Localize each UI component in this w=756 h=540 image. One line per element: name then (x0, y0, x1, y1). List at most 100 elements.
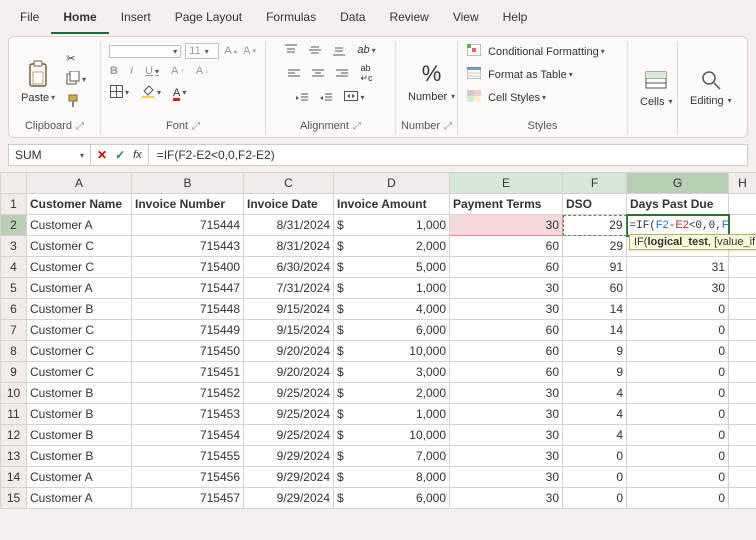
col-header[interactable]: G (627, 173, 729, 194)
decrease-font-alt[interactable]: A↓ (195, 64, 210, 78)
cell[interactable] (729, 194, 756, 215)
cell[interactable]: 60 (450, 341, 563, 362)
cell[interactable]: 9/15/2024 (244, 320, 334, 341)
cell[interactable]: $ 7,000 (334, 446, 450, 467)
cell[interactable]: $ 4,000 (334, 299, 450, 320)
cell[interactable]: Customer B (27, 404, 132, 425)
row-header[interactable]: 6 (1, 299, 27, 320)
cell[interactable]: 14 (563, 320, 627, 341)
bold-button[interactable]: B (109, 64, 119, 78)
cell[interactable]: 30 (450, 215, 563, 236)
row-header[interactable]: 15 (1, 488, 27, 509)
cell[interactable]: 0 (627, 341, 729, 362)
row-header[interactable]: 1 (1, 194, 27, 215)
cell[interactable]: Customer A (27, 467, 132, 488)
cell[interactable] (729, 404, 756, 425)
row-header[interactable]: 2 (1, 215, 27, 236)
cell[interactable]: 9 (563, 341, 627, 362)
accept-formula-button[interactable]: ✓ (115, 148, 125, 162)
cell[interactable]: Customer B (27, 299, 132, 320)
cell[interactable]: $ 2,000 (334, 236, 450, 257)
merge-button[interactable]: ▾ (343, 90, 365, 105)
cell[interactable]: 4 (563, 425, 627, 446)
align-center-button[interactable] (311, 68, 325, 80)
cell[interactable]: $ 1,000 (334, 215, 450, 236)
cell[interactable]: 0 (627, 362, 729, 383)
dialog-launcher-icon[interactable]: ⤢ (76, 121, 84, 132)
cell[interactable]: 9/20/2024 (244, 341, 334, 362)
cell[interactable]: $ 2,000 (334, 383, 450, 404)
cell[interactable]: 0 (627, 446, 729, 467)
cell[interactable]: 4 (563, 383, 627, 404)
row-header[interactable]: 11 (1, 404, 27, 425)
row-header[interactable]: 14 (1, 467, 27, 488)
select-all-corner[interactable] (1, 173, 27, 194)
cell[interactable]: 9 (563, 362, 627, 383)
cell[interactable]: 30 (450, 383, 563, 404)
border-button[interactable]: ▾ (109, 84, 130, 102)
increase-font-button[interactable]: A▴ (223, 44, 238, 58)
cell[interactable]: 30 (450, 446, 563, 467)
font-name-combo[interactable]: ▾ (109, 45, 181, 58)
cell[interactable]: 9/29/2024 (244, 446, 334, 467)
cell[interactable]: Invoice Number (132, 194, 244, 215)
cell[interactable]: 715449 (132, 320, 244, 341)
cell[interactable]: 29 (563, 236, 627, 257)
align-bottom-button[interactable] (332, 43, 346, 57)
cell[interactable]: 0 (563, 446, 627, 467)
cell[interactable]: 14 (563, 299, 627, 320)
cell[interactable]: 9/15/2024 (244, 299, 334, 320)
cell[interactable]: 715443 (132, 236, 244, 257)
cut-button[interactable]: ✂ (65, 51, 87, 66)
menu-file[interactable]: File (8, 4, 51, 34)
col-header[interactable]: B (132, 173, 244, 194)
cell[interactable]: Payment Terms (450, 194, 563, 215)
cells-button[interactable]: Cells▾ (636, 66, 676, 110)
cell[interactable]: 0 (627, 320, 729, 341)
menu-formulas[interactable]: Formulas (254, 4, 328, 34)
name-box[interactable]: SUM▾ (9, 145, 91, 165)
italic-button[interactable]: I (129, 64, 134, 78)
cell[interactable]: 715455 (132, 446, 244, 467)
col-header[interactable]: C (244, 173, 334, 194)
cell[interactable]: 8/31/2024 (244, 215, 334, 236)
cell[interactable] (729, 215, 756, 236)
cell[interactable]: Invoice Date (244, 194, 334, 215)
cell[interactable]: 91 (563, 257, 627, 278)
cell[interactable]: $ 5,000 (334, 257, 450, 278)
dialog-launcher-icon[interactable]: ⤢ (192, 121, 200, 132)
cell[interactable]: Customer C (27, 257, 132, 278)
cell[interactable] (729, 488, 756, 509)
cell[interactable]: 4 (563, 404, 627, 425)
cell[interactable]: Customer C (27, 236, 132, 257)
number-format-button[interactable]: % Number▾ (404, 59, 459, 105)
increase-indent-button[interactable] (319, 92, 333, 104)
cell[interactable]: 715452 (132, 383, 244, 404)
decrease-indent-button[interactable] (295, 92, 309, 104)
cell[interactable]: Customer B (27, 446, 132, 467)
row-header[interactable]: 5 (1, 278, 27, 299)
cell[interactable]: 30 (450, 488, 563, 509)
row-header[interactable]: 10 (1, 383, 27, 404)
align-right-button[interactable] (335, 68, 349, 80)
cell[interactable]: 0 (627, 425, 729, 446)
copy-button[interactable]: ▾ (65, 70, 87, 89)
cell[interactable]: Days Past Due (627, 194, 729, 215)
cell[interactable]: 9/25/2024 (244, 425, 334, 446)
cell[interactable]: 0 (627, 404, 729, 425)
cell[interactable] (729, 341, 756, 362)
cell[interactable]: Customer B (27, 425, 132, 446)
cell[interactable]: $ 1,000 (334, 278, 450, 299)
fill-color-button[interactable]: ▾ (140, 83, 162, 102)
cell[interactable]: $ 10,000 (334, 341, 450, 362)
cell[interactable]: 30 (450, 299, 563, 320)
cell[interactable]: $ 3,000 (334, 362, 450, 383)
font-size-combo[interactable]: 11▾ (185, 43, 219, 59)
wrap-text-button[interactable]: ab↵c (359, 62, 373, 85)
cell[interactable]: 9/29/2024 (244, 467, 334, 488)
cell[interactable]: 9/25/2024 (244, 404, 334, 425)
cell[interactable]: 30 (627, 278, 729, 299)
increase-font-alt[interactable]: A↑ (170, 64, 185, 78)
cell[interactable]: $ 6,000 (334, 320, 450, 341)
cell[interactable]: Customer C (27, 320, 132, 341)
